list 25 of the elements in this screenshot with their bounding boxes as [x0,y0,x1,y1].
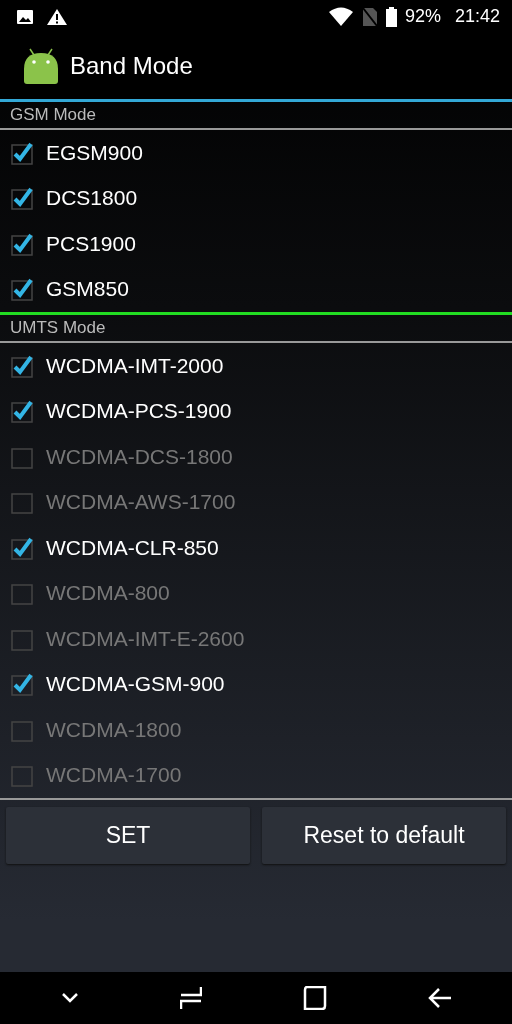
chevron-down-icon[interactable] [60,992,79,1004]
band-option[interactable]: WCDMA-IMT-2000 [0,343,512,389]
android-icon [22,47,60,85]
band-option[interactable]: EGSM900 [0,130,512,176]
app-title: Band Mode [70,52,193,80]
section-header: UMTS Mode [9,317,107,339]
band-option[interactable]: WCDMA-CLR-850 [0,525,512,571]
section-header: GSM Mode [9,104,97,126]
clock: 21:42 [454,6,500,27]
image-icon [16,8,34,25]
action-button[interactable]: SET [6,807,250,864]
battery-icon [385,6,397,27]
band-option[interactable]: GSM850 [0,266,512,312]
action-button[interactable]: Reset to default [262,807,506,864]
band-option[interactable]: DCS1800 [0,175,512,221]
band-option[interactable]: WCDMA-PCS-1900 [0,388,512,434]
home-icon[interactable] [302,986,327,1010]
warning-icon [46,7,68,26]
band-option[interactable]: PCS1900 [0,221,512,267]
battery-percent: 92% [404,6,441,27]
band-option[interactable]: WCDMA-GSM-900 [0,661,512,707]
wifi-icon [327,6,354,27]
recent-apps-icon[interactable] [179,986,202,1010]
back-icon[interactable] [427,987,452,1009]
no-sim-icon [361,6,378,27]
